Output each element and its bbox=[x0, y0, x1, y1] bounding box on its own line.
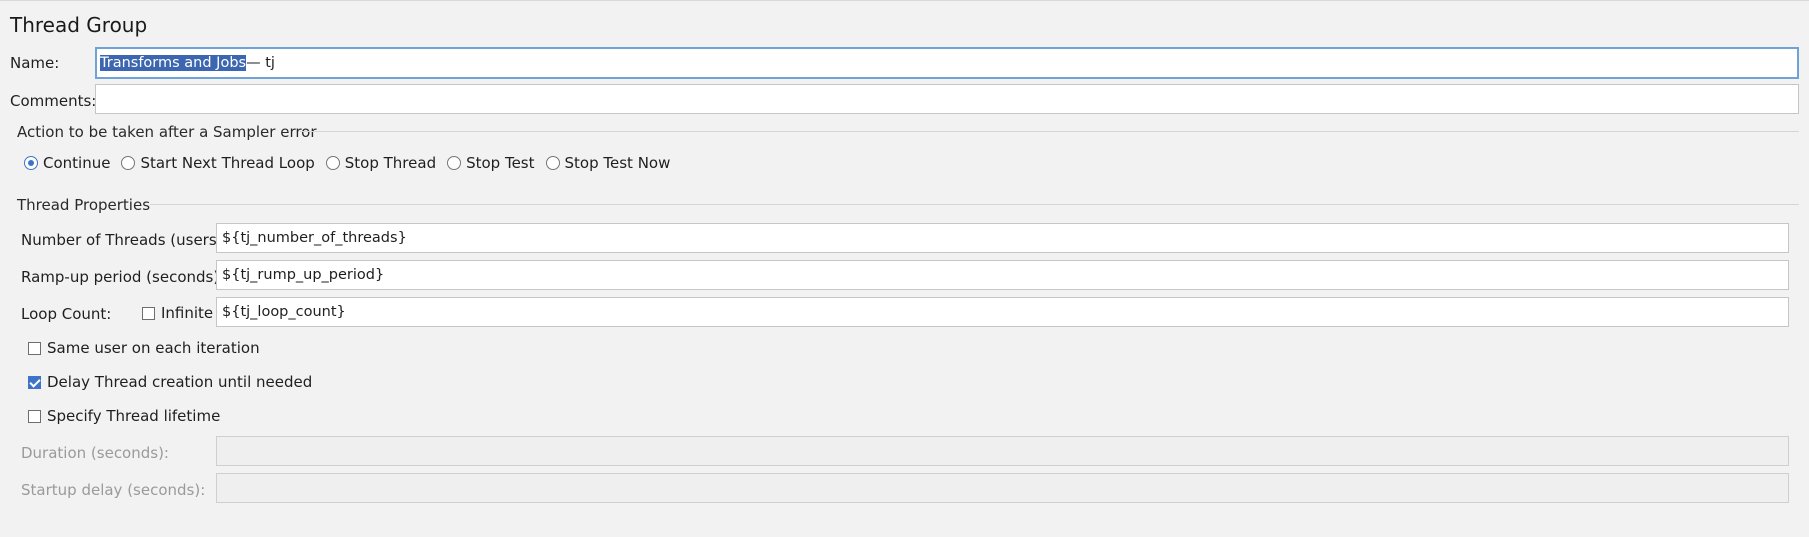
ramp-up-input[interactable]: ${tj_rump_up_period} bbox=[216, 260, 1789, 290]
radio-start-next-thread-loop-label: Start Next Thread Loop bbox=[140, 154, 315, 172]
name-label: Name: bbox=[10, 54, 60, 72]
delay-creation-checkbox[interactable]: Delay Thread creation until needed bbox=[28, 373, 312, 391]
radio-stop-test-now-indicator[interactable] bbox=[545, 156, 560, 170]
radio-continue-indicator[interactable] bbox=[24, 156, 38, 170]
radio-stop-thread-indicator[interactable] bbox=[325, 156, 340, 170]
specify-lifetime-checkbox[interactable]: Specify Thread lifetime bbox=[28, 407, 220, 425]
startup-delay-input[interactable] bbox=[216, 473, 1789, 503]
panel-title: Thread Group bbox=[10, 13, 148, 37]
specify-lifetime-checkbox-label: Specify Thread lifetime bbox=[47, 407, 221, 425]
ramp-up-label: Ramp-up period (seconds): bbox=[21, 268, 225, 286]
radio-stop-test-now[interactable]: Stop Test Now bbox=[545, 154, 671, 172]
sampler-error-group-title: Action to be taken after a Sampler error bbox=[17, 123, 317, 141]
loop-count-label: Loop Count: bbox=[21, 305, 112, 323]
same-user-checkbox[interactable]: Same user on each iteration bbox=[28, 339, 260, 357]
name-input[interactable]: Transforms and Jobs — tj bbox=[95, 47, 1799, 79]
top-divider bbox=[0, 0, 1809, 1]
radio-start-next-thread-loop[interactable]: Start Next Thread Loop bbox=[121, 154, 315, 172]
infinite-checkbox-label: Infinite bbox=[161, 304, 214, 322]
radio-stop-test[interactable]: Stop Test bbox=[447, 154, 535, 172]
specify-lifetime-checkbox-box[interactable] bbox=[28, 409, 41, 423]
sampler-error-group-line bbox=[300, 131, 1799, 132]
radio-stop-test-indicator[interactable] bbox=[447, 156, 462, 170]
thread-properties-group-line bbox=[150, 204, 1799, 205]
radio-start-next-thread-loop-indicator[interactable] bbox=[121, 156, 136, 170]
num-threads-input[interactable]: ${tj_number_of_threads} bbox=[216, 223, 1789, 253]
comments-input[interactable] bbox=[95, 84, 1799, 114]
startup-delay-label: Startup delay (seconds): bbox=[21, 481, 206, 499]
name-input-selected-text: Transforms and Jobs bbox=[100, 55, 247, 71]
name-input-rest-text: — tj bbox=[246, 55, 275, 71]
radio-stop-test-now-label: Stop Test Now bbox=[564, 154, 671, 172]
radio-stop-thread-label: Stop Thread bbox=[344, 154, 437, 172]
radio-continue[interactable]: Continue bbox=[24, 154, 110, 172]
loop-count-input[interactable]: ${tj_loop_count} bbox=[216, 297, 1789, 327]
duration-input[interactable] bbox=[216, 436, 1789, 466]
sampler-error-options: Continue Start Next Thread Loop Stop Thr… bbox=[24, 154, 681, 172]
radio-stop-test-label: Stop Test bbox=[466, 154, 535, 172]
delay-creation-checkbox-label: Delay Thread creation until needed bbox=[47, 373, 313, 391]
delay-creation-checkbox-box[interactable] bbox=[28, 375, 41, 389]
radio-continue-label: Continue bbox=[43, 154, 111, 172]
comments-label: Comments: bbox=[10, 92, 97, 110]
same-user-checkbox-label: Same user on each iteration bbox=[47, 339, 260, 357]
infinite-checkbox[interactable]: Infinite bbox=[142, 304, 213, 322]
thread-properties-group-title: Thread Properties bbox=[17, 196, 151, 214]
same-user-checkbox-box[interactable] bbox=[28, 341, 41, 355]
num-threads-label: Number of Threads (users): bbox=[21, 231, 228, 249]
infinite-checkbox-box[interactable] bbox=[142, 306, 155, 320]
radio-stop-thread[interactable]: Stop Thread bbox=[325, 154, 437, 172]
duration-label: Duration (seconds): bbox=[21, 444, 169, 462]
